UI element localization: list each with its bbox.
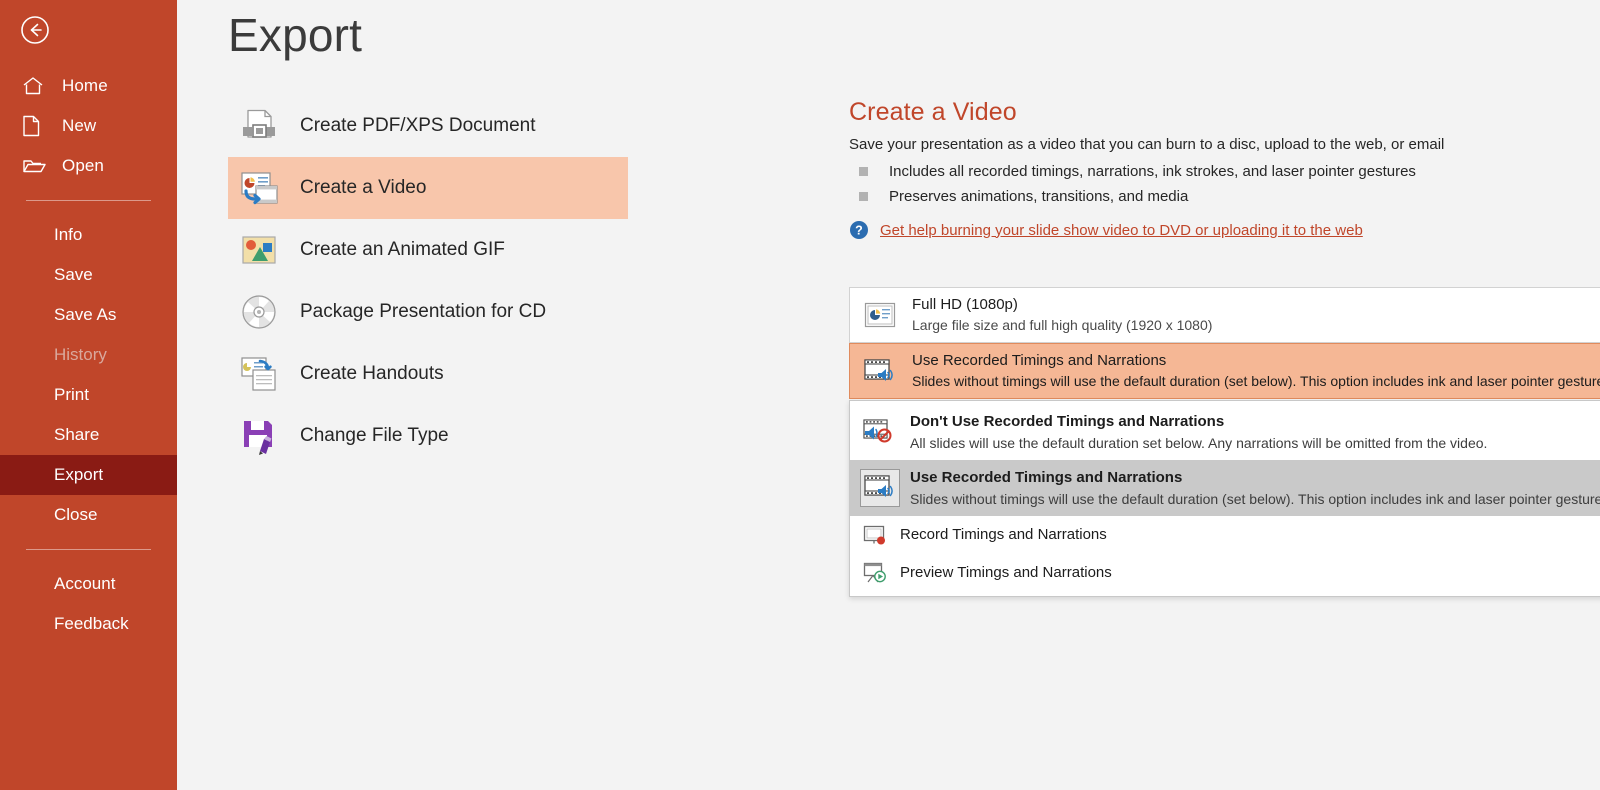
pdf-document-icon	[238, 105, 280, 147]
film-speaker-icon	[861, 355, 899, 387]
menu-item-title: Use Recorded Timings and Narrations	[910, 470, 1600, 486]
export-command-package-for-cd[interactable]: Package Presentation for CD	[228, 281, 628, 343]
export-command-change-file-type[interactable]: Change File Type	[228, 405, 628, 467]
sidebar-item-history: History	[0, 335, 177, 375]
film-speaker-icon	[860, 469, 900, 507]
help-link-row: ? Get help burning your slide show video…	[849, 220, 1600, 240]
export-command-create-handouts[interactable]: Create Handouts	[228, 343, 628, 405]
sidebar-divider-bottom	[26, 549, 151, 550]
sidebar-item-print[interactable]: Print	[0, 375, 177, 415]
timings-dropdown-menu: Don't Use Recorded Timings and Narration…	[849, 400, 1600, 597]
backstage-sidebar: Home New Open	[0, 0, 177, 790]
menu-item-preview-timings[interactable]: Preview Timings and Narrations	[850, 554, 1600, 592]
export-command-list: Create PDF/XPS Document	[228, 95, 628, 467]
export-command-label: Create an Animated GIF	[300, 239, 505, 261]
animated-gif-icon	[238, 229, 280, 271]
sidebar-item-feedback[interactable]: Feedback	[0, 604, 177, 644]
sidebar-item-label: Open	[62, 156, 104, 176]
backstage-export-screen: Home New Open	[0, 0, 1600, 790]
export-command-create-a-video[interactable]: Create a Video	[228, 157, 628, 219]
menu-item-description: All slides will use the default duration…	[910, 436, 1487, 451]
sidebar-item-save-as[interactable]: Save As	[0, 295, 177, 335]
preview-timings-icon	[860, 560, 890, 586]
detail-subtitle: Save your presentation as a video that y…	[849, 136, 1600, 153]
sidebar-main-nav: Info Save Save As History Print Share Ex…	[0, 215, 177, 535]
sidebar-item-open[interactable]: Open	[0, 146, 177, 186]
menu-item-record-timings[interactable]: Record Timings and Narrations	[850, 516, 1600, 554]
sidebar-item-label: Home	[62, 76, 108, 96]
quality-description: Large file size and full high quality (1…	[912, 318, 1212, 333]
timings-dropdown[interactable]: Use Recorded Timings and Narrations Slid…	[849, 343, 1600, 399]
export-command-label: Change File Type	[300, 425, 449, 447]
menu-item-title: Don't Use Recorded Timings and Narration…	[910, 414, 1487, 430]
cd-disc-icon	[238, 291, 280, 333]
open-folder-icon	[22, 155, 48, 177]
quality-title: Full HD (1080p)	[912, 297, 1212, 313]
detail-bullet: Preserves animations, transitions, and m…	[849, 188, 1600, 205]
quality-dropdown[interactable]: Full HD (1080p) Large file size and full…	[849, 287, 1600, 343]
sidebar-item-account[interactable]: Account	[0, 564, 177, 604]
menu-item-description: Slides without timings will use the defa…	[910, 492, 1600, 507]
export-command-create-animated-gif[interactable]: Create an Animated GIF	[228, 219, 628, 281]
slide-quality-icon	[861, 299, 899, 331]
detail-title: Create a Video	[849, 98, 1600, 127]
sidebar-item-label: New	[62, 116, 96, 136]
menu-item-use-recorded-timings[interactable]: Use Recorded Timings and Narrations Slid…	[850, 460, 1600, 516]
timings-description: Slides without timings will use the defa…	[912, 374, 1600, 389]
help-link[interactable]: Get help burning your slide show video t…	[880, 222, 1363, 239]
sidebar-top-nav: Home New Open	[0, 66, 177, 644]
sidebar-item-save[interactable]: Save	[0, 255, 177, 295]
export-command-label: Create Handouts	[300, 363, 444, 385]
back-arrow-icon[interactable]	[18, 13, 52, 47]
svg-text:?: ?	[855, 224, 863, 238]
video-options: Full HD (1080p) Large file size and full…	[849, 287, 1600, 399]
create-video-icon	[238, 167, 280, 209]
sidebar-item-home[interactable]: Home	[0, 66, 177, 106]
main-content: Export Create PDF/XPS Document	[177, 0, 1600, 790]
sidebar-item-export[interactable]: Export	[0, 455, 177, 495]
timings-title: Use Recorded Timings and Narrations	[912, 353, 1600, 369]
sidebar-divider-top	[26, 200, 151, 201]
detail-panel: Create a Video Save your presentation as…	[849, 98, 1600, 240]
new-document-icon	[22, 115, 48, 137]
sidebar-item-info[interactable]: Info	[0, 215, 177, 255]
export-command-label: Package Presentation for CD	[300, 301, 546, 323]
record-timings-icon	[860, 522, 890, 548]
menu-item-title: Record Timings and Narrations	[900, 527, 1107, 543]
change-file-type-icon	[238, 415, 280, 457]
page-title: Export	[228, 8, 362, 62]
export-command-label: Create PDF/XPS Document	[300, 115, 535, 137]
home-icon	[22, 75, 48, 97]
film-speaker-muted-icon	[860, 413, 900, 451]
sidebar-item-new[interactable]: New	[0, 106, 177, 146]
handouts-icon	[238, 353, 280, 395]
detail-bullet-label: Includes all recorded timings, narration…	[889, 163, 1416, 180]
help-question-icon: ?	[849, 220, 869, 240]
bullet-square-icon	[859, 167, 868, 176]
sidebar-item-share[interactable]: Share	[0, 415, 177, 455]
export-command-label: Create a Video	[300, 177, 426, 199]
menu-item-title: Preview Timings and Narrations	[900, 565, 1112, 581]
detail-bullet-label: Preserves animations, transitions, and m…	[889, 188, 1188, 205]
export-command-create-pdf-xps[interactable]: Create PDF/XPS Document	[228, 95, 628, 157]
sidebar-bottom-nav: Account Feedback	[0, 564, 177, 644]
detail-bullet: Includes all recorded timings, narration…	[849, 163, 1600, 180]
sidebar-item-close[interactable]: Close	[0, 495, 177, 535]
menu-item-dont-use-recorded-timings[interactable]: Don't Use Recorded Timings and Narration…	[850, 404, 1600, 460]
bullet-square-icon	[859, 192, 868, 201]
